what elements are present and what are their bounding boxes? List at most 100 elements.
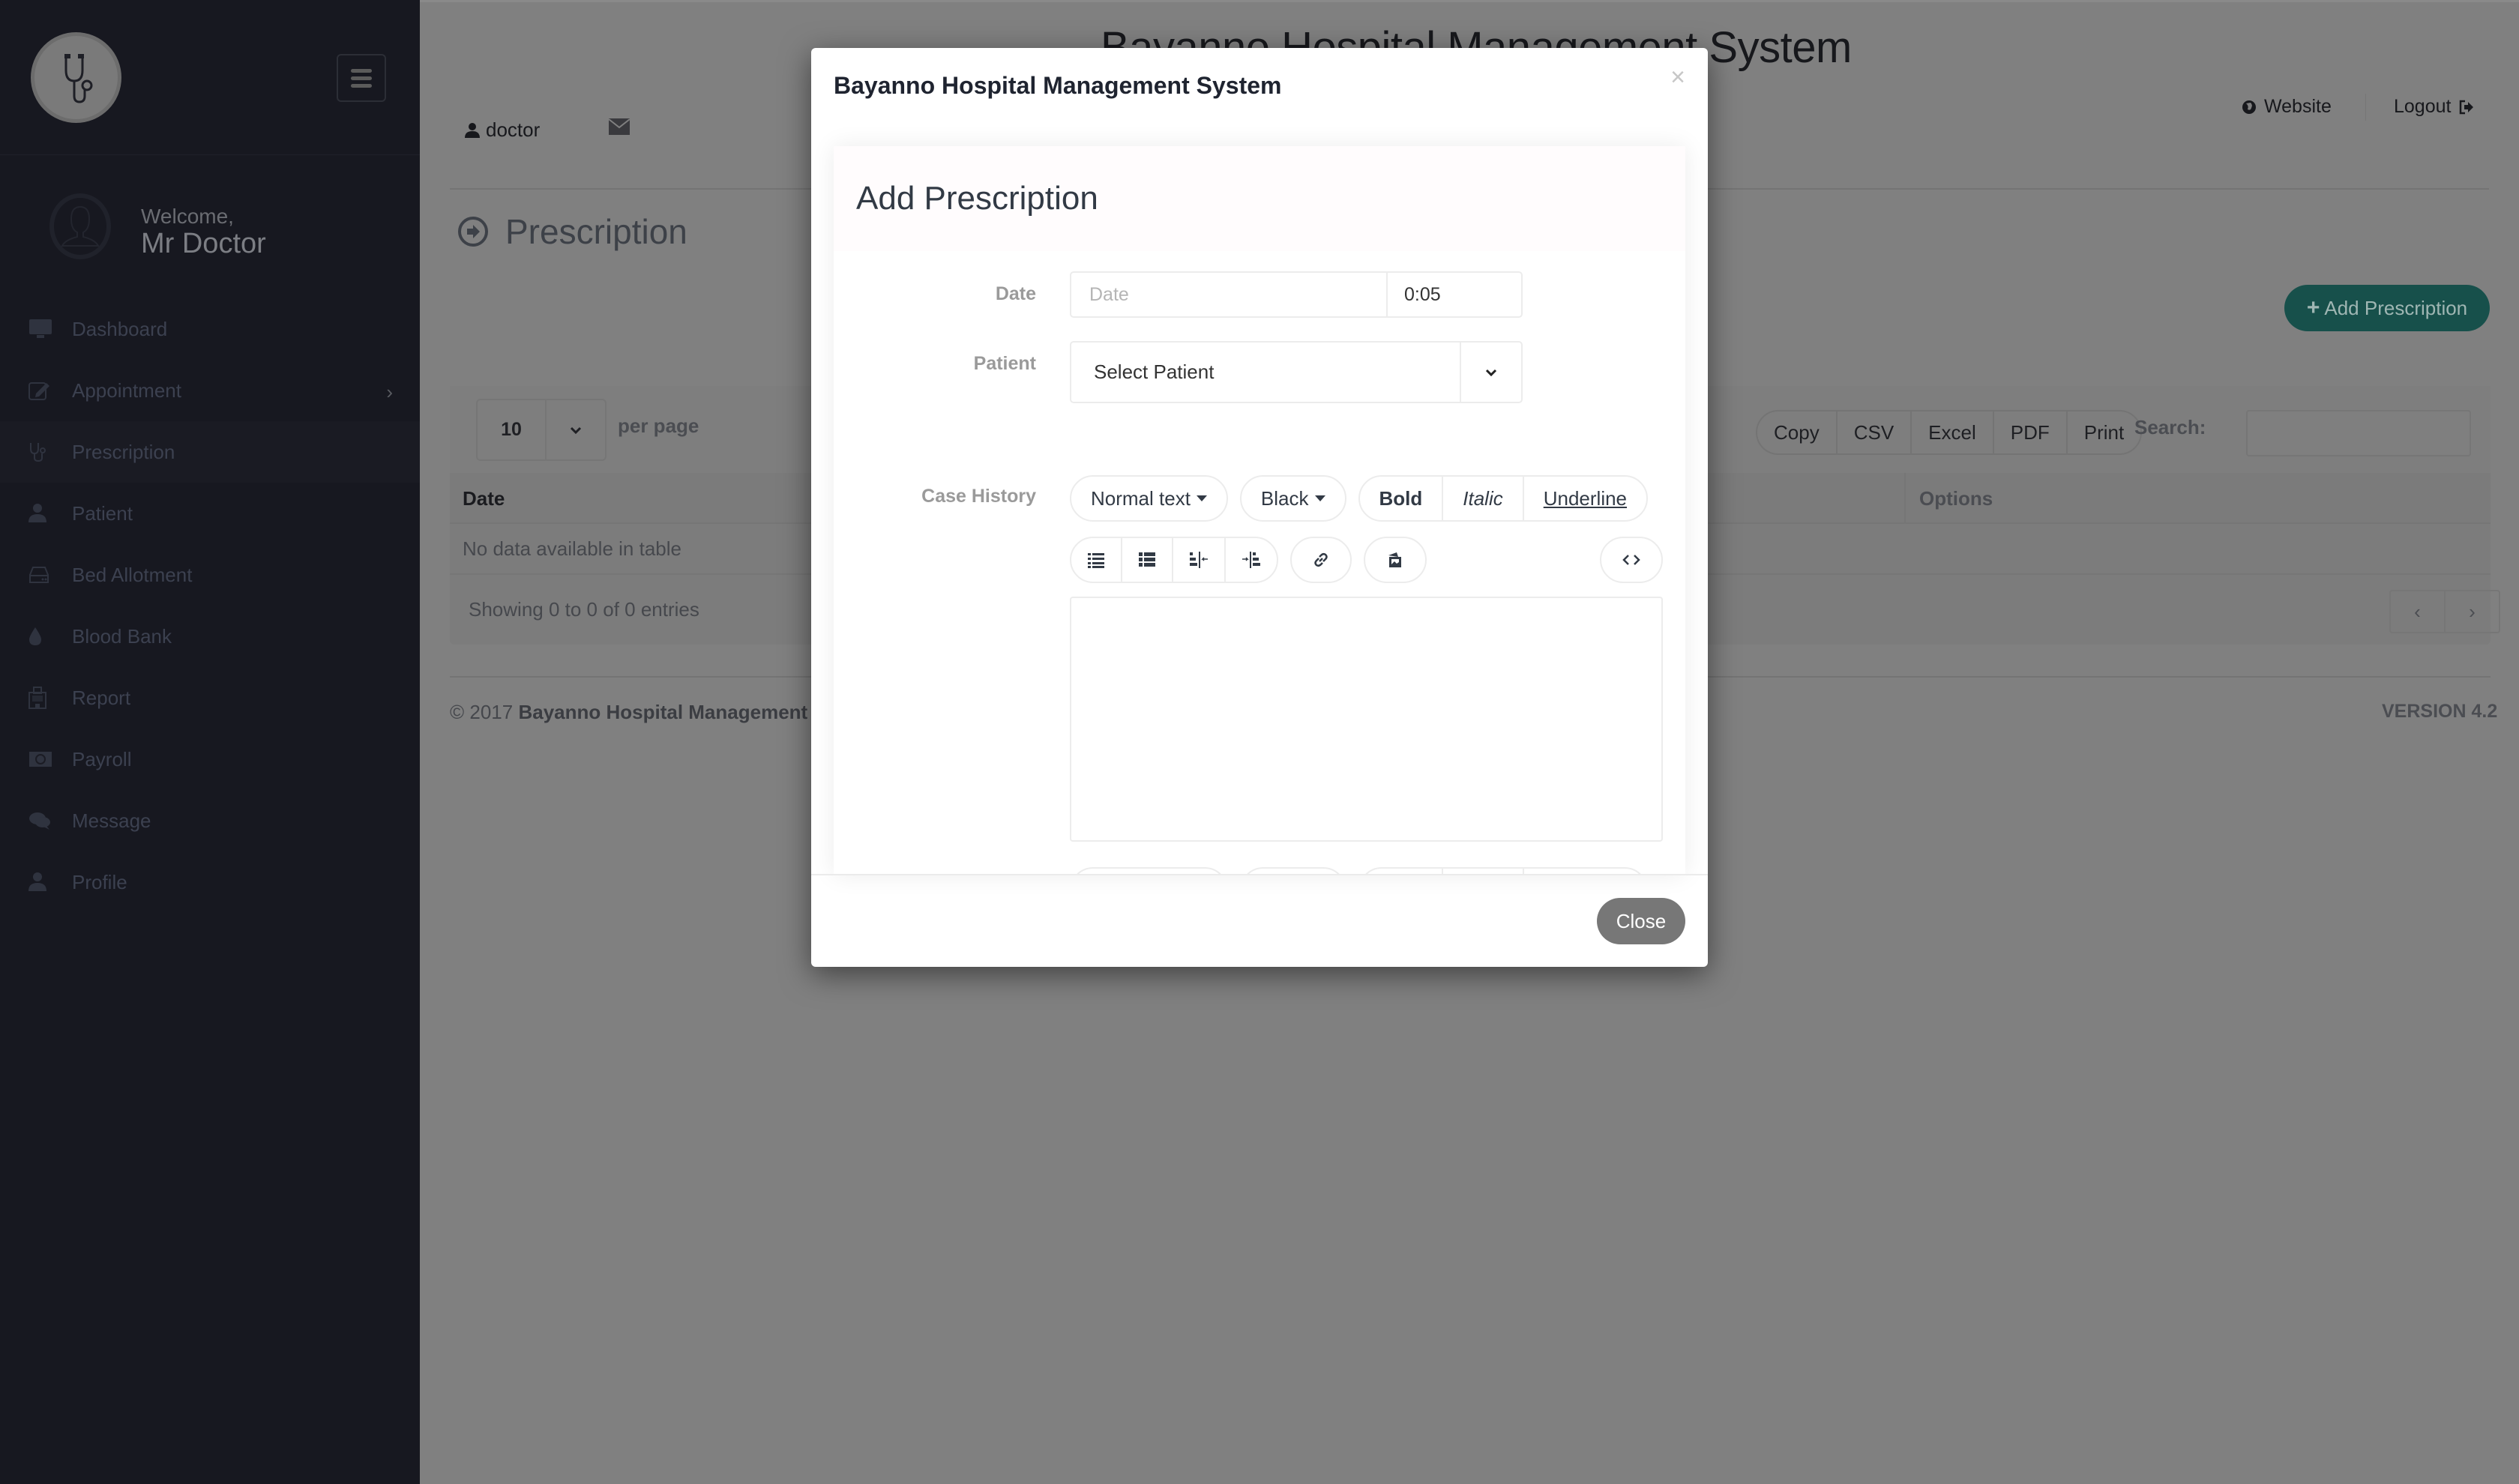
- desktop-icon: [28, 318, 54, 340]
- user-icon: [28, 502, 54, 525]
- sidebar-item-label: Report: [72, 686, 131, 709]
- indent-button[interactable]: [1226, 538, 1277, 582]
- chevron-down-icon: [547, 400, 605, 459]
- sidebar-nav: Dashboard Appointment › Prescription Pat…: [0, 298, 420, 913]
- user-avatar: [49, 193, 111, 259]
- case-history-toolbar-row-1: Normal text Black Bold Italic Underline: [1070, 475, 1649, 522]
- modal-title: Bayanno Hospital Management System: [834, 72, 1282, 99]
- hdd-icon: [28, 564, 54, 586]
- csv-button[interactable]: CSV: [1838, 411, 1912, 453]
- column-header-options: Options: [1919, 487, 1993, 510]
- sidebar-item-label: Message: [72, 809, 151, 832]
- sidebar-item-blood-bank[interactable]: Blood Bank: [0, 606, 420, 667]
- tint-icon: [28, 625, 54, 648]
- copy-button[interactable]: Copy: [1757, 411, 1838, 453]
- patient-label: Patient: [973, 353, 1036, 374]
- italic-button[interactable]: Italic: [1443, 477, 1524, 520]
- column-header-date[interactable]: Date: [463, 487, 505, 510]
- sidebar-item-label: Blood Bank: [72, 624, 172, 648]
- modal-body[interactable]: Add Prescription Date Date 0:05 Patient …: [834, 146, 1685, 875]
- globe-icon: [2242, 100, 2256, 114]
- case-history-editor[interactable]: [1070, 597, 1663, 842]
- underline-button[interactable]: Underline: [1524, 477, 1646, 520]
- date-label: Date: [995, 283, 1036, 304]
- html-source-button[interactable]: [1600, 537, 1663, 583]
- close-button[interactable]: Close: [1597, 898, 1685, 944]
- add-prescription-modal: Bayanno Hospital Management System × Add…: [811, 48, 1708, 967]
- circle-arrow-right-icon: [458, 217, 488, 247]
- page-title: Prescription: [457, 211, 687, 252]
- welcome-text: Welcome,: [141, 205, 234, 228]
- sidebar-divider: [0, 154, 420, 155]
- case-history-toolbar-row-2: [1070, 537, 1663, 583]
- user-icon: [465, 122, 480, 138]
- chevron-right-icon: ›: [386, 381, 393, 403]
- per-page-select[interactable]: 10: [476, 399, 607, 461]
- pdf-button[interactable]: PDF: [1994, 411, 2068, 453]
- previous-page-button[interactable]: ‹: [2391, 591, 2446, 632]
- sidebar-item-label: Bed Allotment: [72, 563, 193, 586]
- pagination: ‹ ›: [2389, 590, 2500, 633]
- print-button[interactable]: Print: [2068, 411, 2140, 453]
- time-input[interactable]: 0:05: [1388, 273, 1521, 316]
- link-icon: [1314, 552, 1328, 567]
- next-page-button[interactable]: ›: [2446, 591, 2499, 632]
- search-label: Search:: [2134, 416, 2206, 438]
- add-prescription-button[interactable]: + Add Prescription: [2284, 285, 2490, 331]
- ordered-list-button[interactable]: [1122, 538, 1173, 582]
- user-name-label: doctor: [486, 118, 541, 141]
- outdent-button[interactable]: [1173, 538, 1226, 582]
- sidebar-item-dashboard[interactable]: Dashboard: [0, 298, 420, 360]
- text-color-dropdown[interactable]: Black: [1239, 475, 1346, 522]
- sidebar-item-label: Profile: [72, 870, 127, 893]
- envelope-icon[interactable]: [608, 118, 630, 139]
- search-input[interactable]: [2246, 410, 2471, 456]
- sidebar: Welcome, Mr Doctor Dashboard Appointment…: [0, 0, 420, 1484]
- sidebar-toggle-button[interactable]: [337, 54, 386, 102]
- plus-icon: +: [2306, 295, 2320, 320]
- logout-link[interactable]: Logout: [2394, 96, 2475, 118]
- website-link[interactable]: Website: [2242, 96, 2332, 118]
- sidebar-item-payroll[interactable]: Payroll: [0, 729, 420, 790]
- hospital-icon: [28, 687, 54, 709]
- caret-down-icon: [1314, 495, 1325, 501]
- sidebar-item-message[interactable]: Message: [0, 790, 420, 851]
- text-style-dropdown[interactable]: Normal text: [1070, 475, 1228, 522]
- sidebar-item-report[interactable]: Report: [0, 667, 420, 729]
- stethoscope-logo-icon: [64, 53, 92, 103]
- user-icon: [28, 871, 54, 893]
- sidebar-item-profile[interactable]: Profile: [0, 851, 420, 913]
- empty-message: No data available in table: [463, 537, 681, 560]
- per-page-label: per page: [618, 414, 699, 437]
- app-logo[interactable]: [31, 32, 121, 123]
- export-buttons: Copy CSV Excel PDF Print: [1756, 410, 2143, 455]
- bold-button[interactable]: Bold: [1360, 477, 1444, 520]
- form-title: Add Prescription: [856, 180, 1098, 217]
- unordered-list-button[interactable]: [1071, 538, 1122, 582]
- user-name: Mr Doctor: [141, 228, 266, 259]
- sign-out-icon: [2460, 100, 2474, 114]
- excel-button[interactable]: Excel: [1912, 411, 1994, 453]
- code-icon: [1622, 555, 1640, 565]
- table-info: Showing 0 to 0 of 0 entries: [469, 598, 699, 621]
- patient-select[interactable]: Select Patient: [1070, 341, 1523, 403]
- sidebar-item-appointment[interactable]: Appointment ›: [0, 360, 420, 421]
- sidebar-item-label: Prescription: [72, 440, 175, 463]
- insert-link-button[interactable]: [1290, 537, 1352, 583]
- text-format-group: Bold Italic Underline: [1358, 475, 1649, 522]
- sidebar-item-label: Patient: [72, 501, 133, 525]
- insert-image-button[interactable]: [1364, 537, 1427, 583]
- list-indent-group: [1070, 537, 1278, 583]
- user-menu-link[interactable]: doctor: [465, 118, 540, 142]
- sidebar-item-label: Appointment: [72, 378, 181, 402]
- sidebar-item-bed-allotment[interactable]: Bed Allotment: [0, 544, 420, 606]
- comments-icon: [28, 809, 54, 832]
- date-input[interactable]: Date: [1071, 273, 1388, 316]
- sidebar-item-patient[interactable]: Patient: [0, 483, 420, 544]
- th-list-icon: [1139, 552, 1155, 567]
- picture-icon: [1388, 552, 1401, 567]
- indent-icon: [1242, 552, 1260, 568]
- modal-close-icon[interactable]: ×: [1670, 64, 1685, 90]
- sidebar-item-prescription[interactable]: Prescription: [0, 421, 420, 483]
- money-icon: [28, 748, 54, 770]
